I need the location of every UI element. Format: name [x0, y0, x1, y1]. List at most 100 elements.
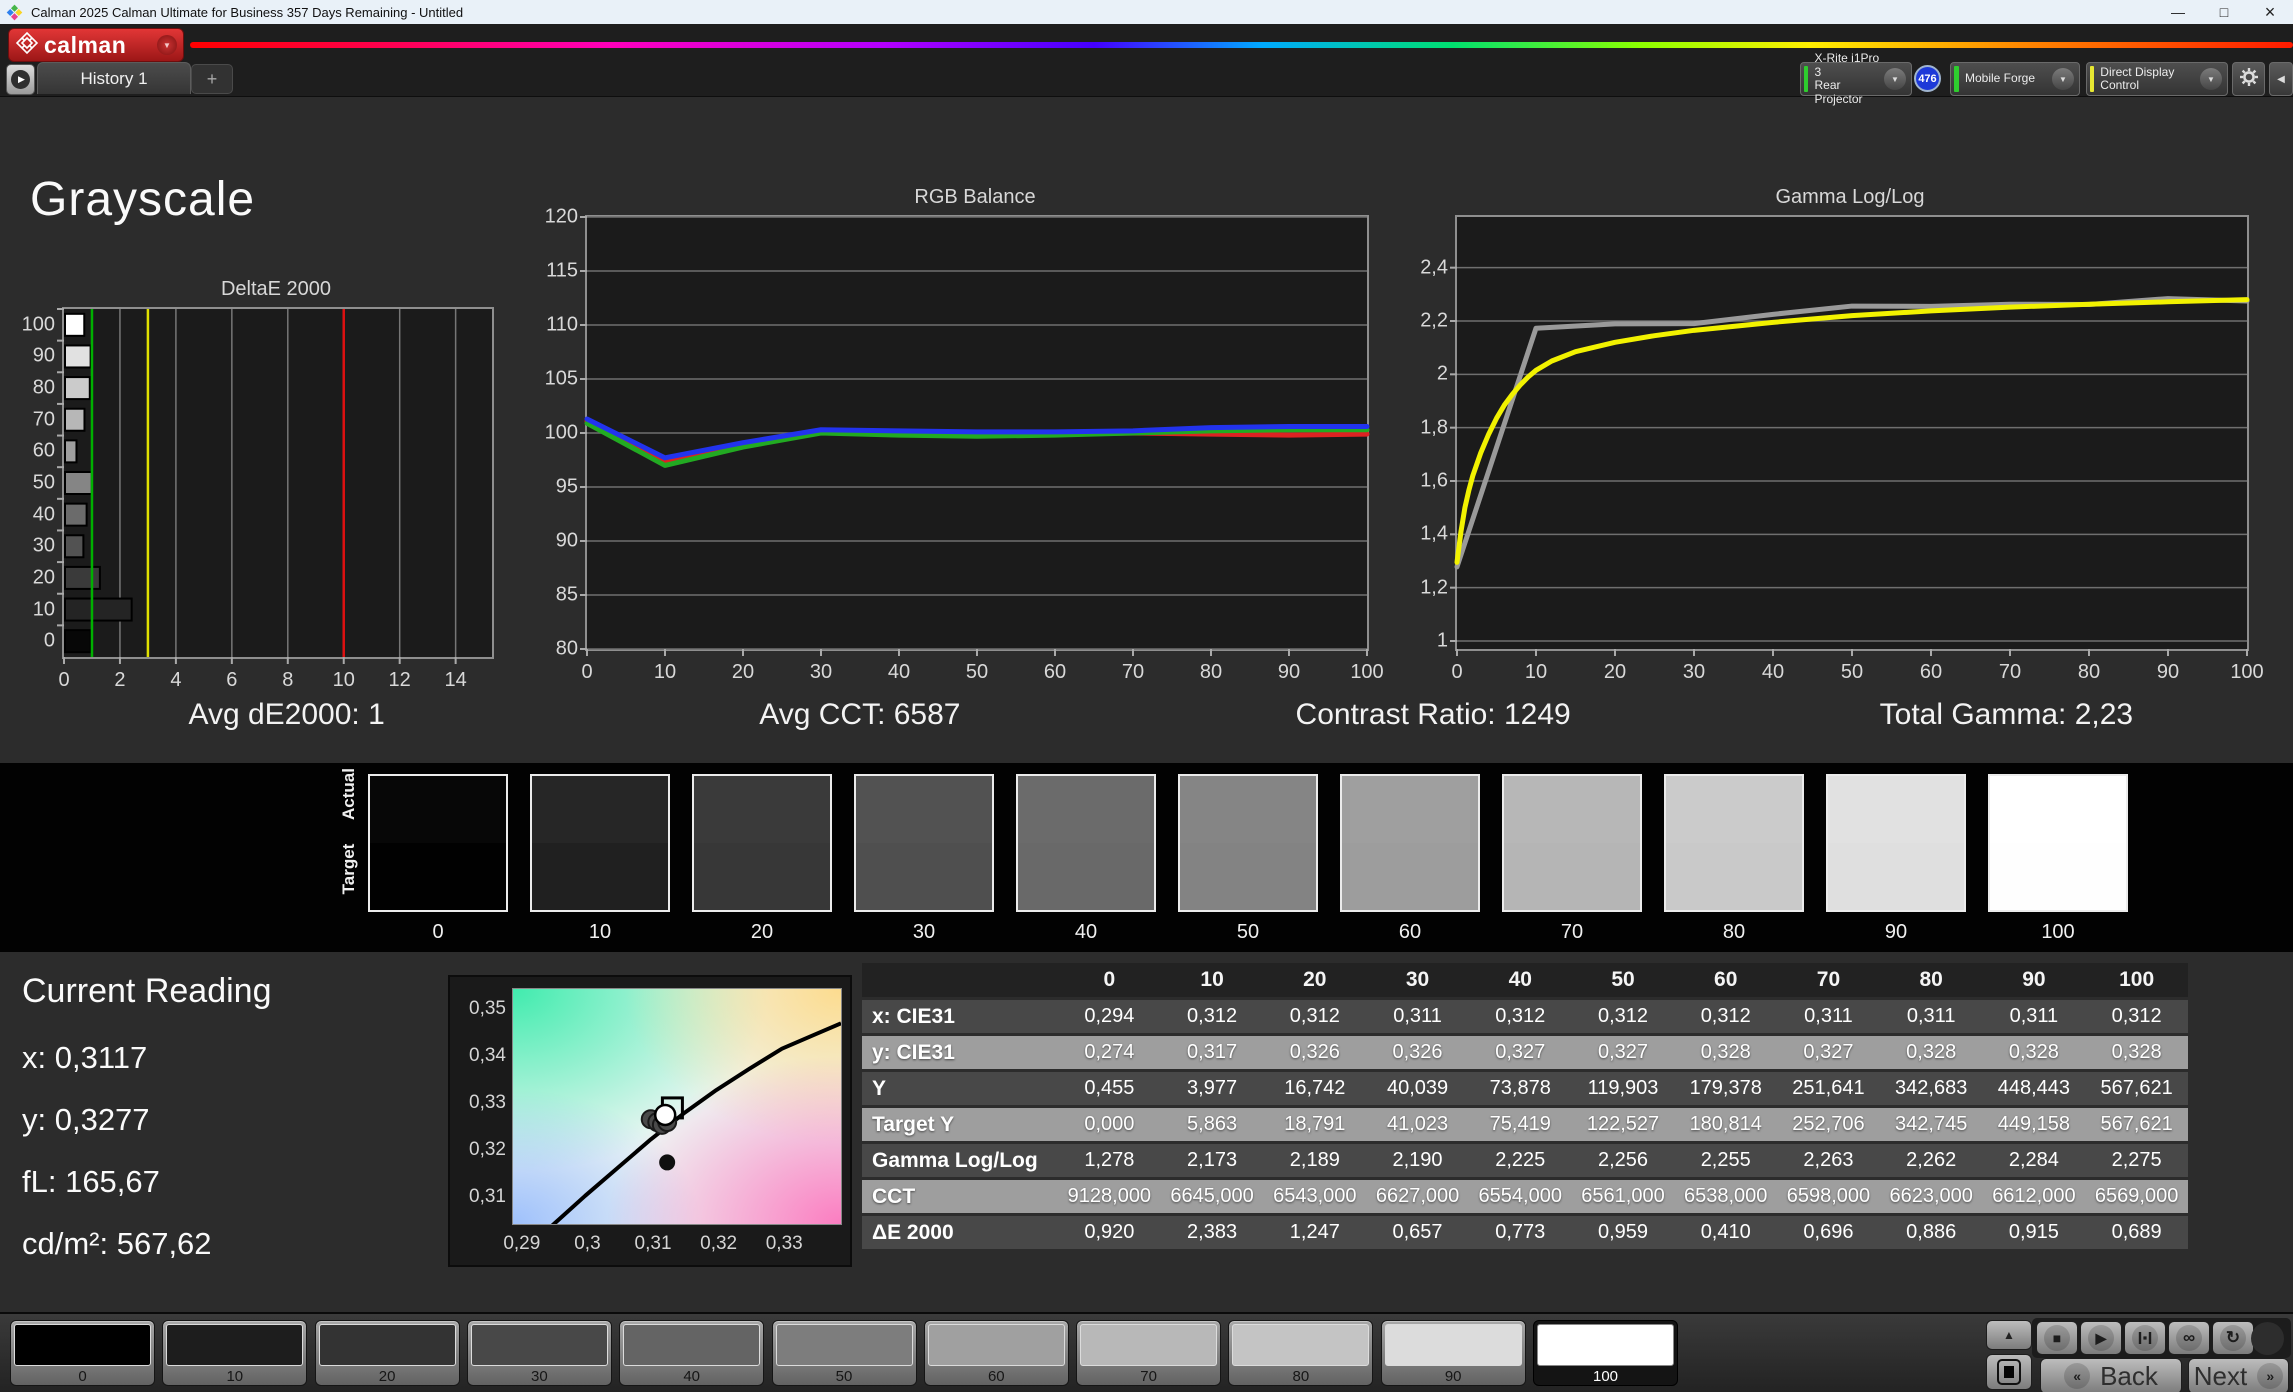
- back-button[interactable]: « Back: [2040, 1358, 2182, 1392]
- axis-tick-label: 40: [1762, 661, 1784, 684]
- swatch-target: [856, 843, 992, 910]
- patch-button-80[interactable]: 80: [1228, 1320, 1373, 1386]
- patch-button-10[interactable]: 10: [162, 1320, 307, 1386]
- deltae-bar-90: [65, 345, 91, 367]
- table-cell: 0,311: [1880, 1005, 1983, 1028]
- table-cell: 6554,000: [1469, 1185, 1572, 1208]
- patch-button-0[interactable]: 0: [10, 1320, 155, 1386]
- cie-chart: 0,350,340,330,320,310,290,30,310,320,33: [448, 975, 852, 1267]
- axis-tick-label: 70: [1999, 661, 2021, 684]
- table-column-header: 80: [1880, 968, 1983, 992]
- pattern-source-dropdown[interactable]: Mobile Forge ▼: [1950, 62, 2080, 96]
- axis-tick-label: 20: [1604, 661, 1626, 684]
- chevron-down-icon: ▼: [2052, 68, 2074, 90]
- axis-tick-label: 80: [1200, 661, 1222, 684]
- grayscale-swatch-60: 60: [1340, 774, 1480, 944]
- scroll-up-button[interactable]: ▲: [1986, 1320, 2032, 1350]
- cie-y-tick: 0,34: [469, 1045, 506, 1067]
- pattern-window-button[interactable]: [1986, 1354, 2032, 1390]
- swatch-label: 0: [368, 921, 508, 944]
- table-cell: 6569,000: [2085, 1185, 2188, 1208]
- maximize-button[interactable]: □: [2201, 0, 2247, 24]
- axis-tick-label: 40: [888, 661, 910, 684]
- swatch-box: [368, 774, 508, 912]
- patch-button-70[interactable]: 70: [1076, 1320, 1221, 1386]
- play-button[interactable]: ▶: [2080, 1321, 2122, 1355]
- table-cell: 0,696: [1777, 1221, 1880, 1244]
- stop-button[interactable]: ■: [2036, 1321, 2078, 1355]
- axis-tick-label: 50: [1841, 661, 1863, 684]
- patch-button-60[interactable]: 60: [924, 1320, 1069, 1386]
- minimize-button[interactable]: —: [2155, 0, 2201, 24]
- axis-tick-label: 30: [810, 661, 832, 684]
- swatch-actual: [856, 776, 992, 843]
- swatch-actual: [694, 776, 830, 843]
- patch-button-90[interactable]: 90: [1381, 1320, 1526, 1386]
- axis-tick-label: 80: [2078, 661, 2100, 684]
- patch-button-20[interactable]: 20: [315, 1320, 460, 1386]
- axis-tick-label: 2: [1437, 363, 1448, 386]
- current-reading-title: Current Reading: [22, 972, 271, 1011]
- meter-dropdown[interactable]: X-Rite i1Pro 3 Rear Projector ▼: [1800, 62, 1912, 96]
- axis-tick-label: 95: [556, 476, 578, 499]
- patch-button-40[interactable]: 40: [619, 1320, 764, 1386]
- table-cell: 122,527: [1572, 1113, 1675, 1136]
- settings-button[interactable]: [2232, 62, 2265, 96]
- swatch-box: [1340, 774, 1480, 912]
- continuous-measure-button[interactable]: ∞: [2168, 1321, 2210, 1355]
- swatch-actual: [1504, 776, 1640, 843]
- pattern-size-button[interactable]: [2124, 1321, 2166, 1355]
- table-cell: 1,278: [1058, 1149, 1161, 1172]
- add-tab-button[interactable]: +: [191, 64, 233, 94]
- table-cell: 0,959: [1572, 1221, 1675, 1244]
- table-row-cct: CCT9128,0006645,0006543,0006627,0006554,…: [862, 1180, 2188, 1213]
- stat-avg-cct: Avg CCT: 6587: [573, 698, 1146, 746]
- display-control-dropdown[interactable]: Direct Display Control ▼: [2086, 62, 2228, 96]
- patch-label: 10: [163, 1368, 306, 1385]
- close-button[interactable]: ×: [2247, 0, 2293, 24]
- axis-tick-label: 90: [2157, 661, 2179, 684]
- table-cell: 567,621: [2085, 1113, 2188, 1136]
- tab-history-1[interactable]: History 1: [37, 62, 191, 94]
- patch-swatch: [1080, 1324, 1217, 1366]
- next-button[interactable]: Next »: [2188, 1358, 2289, 1392]
- axis-tick-label: 14: [445, 669, 467, 692]
- cie-x-tick: 0,29: [503, 1233, 540, 1255]
- swatch-box: [692, 774, 832, 912]
- patch-button-50[interactable]: 50: [772, 1320, 917, 1386]
- calman-menu-button[interactable]: calman ▼: [8, 28, 184, 62]
- swatch-actual: [1180, 776, 1316, 843]
- window-title: Calman 2025 Calman Ultimate for Business…: [31, 5, 463, 20]
- swatch-actual: [1828, 776, 1964, 843]
- swatch-box: [1016, 774, 1156, 912]
- stat-total-gamma: Total Gamma: 2,23: [1720, 698, 2293, 746]
- table-cell: 18,791: [1263, 1113, 1366, 1136]
- deltae-chart-title: DeltaE 2000: [62, 278, 490, 301]
- swatch-box: [1178, 774, 1318, 912]
- table-cell: 0,312: [1263, 1005, 1366, 1028]
- patch-swatch: [776, 1324, 913, 1366]
- table-cell: 0,327: [1469, 1041, 1572, 1064]
- refresh-button[interactable]: ↻: [2212, 1321, 2254, 1355]
- table-cell: 2,284: [1983, 1149, 2086, 1172]
- axis-tick-label: 80: [556, 638, 578, 661]
- table-column-header: 20: [1263, 968, 1366, 992]
- axis-tick-label: 10: [33, 598, 55, 621]
- calman-window: Calman 2025 Calman Ultimate for Business…: [0, 0, 2293, 1392]
- grayscale-swatch-50: 50: [1178, 774, 1318, 944]
- axis-tick-label: 6: [226, 669, 237, 692]
- history-panel-toggle[interactable]: ▶: [6, 64, 35, 95]
- table-cell: 0,455: [1058, 1077, 1161, 1100]
- meter-count-badge[interactable]: 476: [1914, 65, 1941, 92]
- patch-button-30[interactable]: 30: [467, 1320, 612, 1386]
- swatch-actual: [1018, 776, 1154, 843]
- collapse-toolbar-button[interactable]: ◀: [2269, 62, 2293, 96]
- grayscale-swatch-30: 30: [854, 774, 994, 944]
- table-cell: 0,312: [2085, 1005, 2188, 1028]
- table-header-row: 0102030405060708090100: [862, 963, 2188, 997]
- axis-tick-label: 30: [1683, 661, 1705, 684]
- table-cell: 0,326: [1263, 1041, 1366, 1064]
- axis-tick-label: 90: [556, 530, 578, 553]
- patch-swatch: [1385, 1324, 1522, 1366]
- patch-button-100[interactable]: 100: [1533, 1320, 1678, 1386]
